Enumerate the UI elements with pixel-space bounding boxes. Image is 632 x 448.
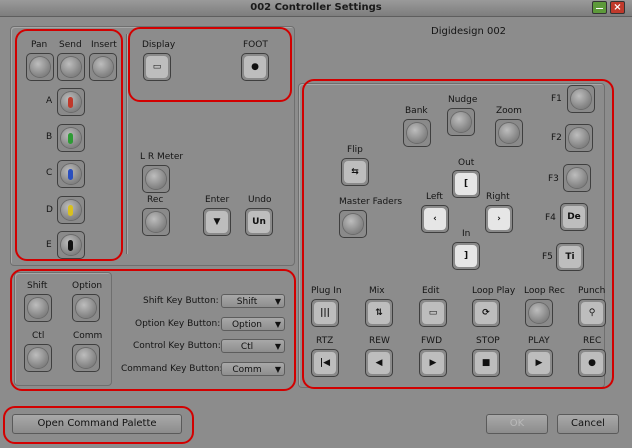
highlight-display-group [128,27,292,102]
close-button[interactable]: × [610,1,625,14]
rec-small-button[interactable] [142,208,170,236]
undo-button[interactable]: Un [245,208,273,236]
enter-arrow-icon: ▼ [206,211,228,233]
minimize-icon [596,8,603,9]
close-icon: × [613,2,622,13]
highlight-right-panel [302,79,614,389]
lr-meter-label: L R Meter [140,152,184,162]
knob-icon [146,169,166,189]
controller-settings-window: 002 Controller Settings × Pan Send Inser… [0,0,632,448]
enter-label: Enter [205,195,230,205]
rec-label: Rec [147,195,164,205]
highlight-left-group [15,29,123,261]
cancel-button[interactable]: Cancel [557,414,619,434]
device-name: Digidesign 002 [431,26,507,37]
divider [126,34,127,254]
undo-label: Undo [248,195,272,205]
title-bar: 002 Controller Settings × [0,0,632,17]
highlight-modifier-group [10,269,296,391]
enter-button[interactable]: ▼ [203,208,231,236]
lr-meter-button[interactable] [142,165,170,193]
undo-icon: Un [248,211,270,233]
knob-icon [146,212,166,232]
minimize-button[interactable] [592,1,607,14]
highlight-palette-button [3,406,194,444]
ok-button[interactable]: OK [486,414,548,434]
window-title: 002 Controller Settings [250,2,382,13]
